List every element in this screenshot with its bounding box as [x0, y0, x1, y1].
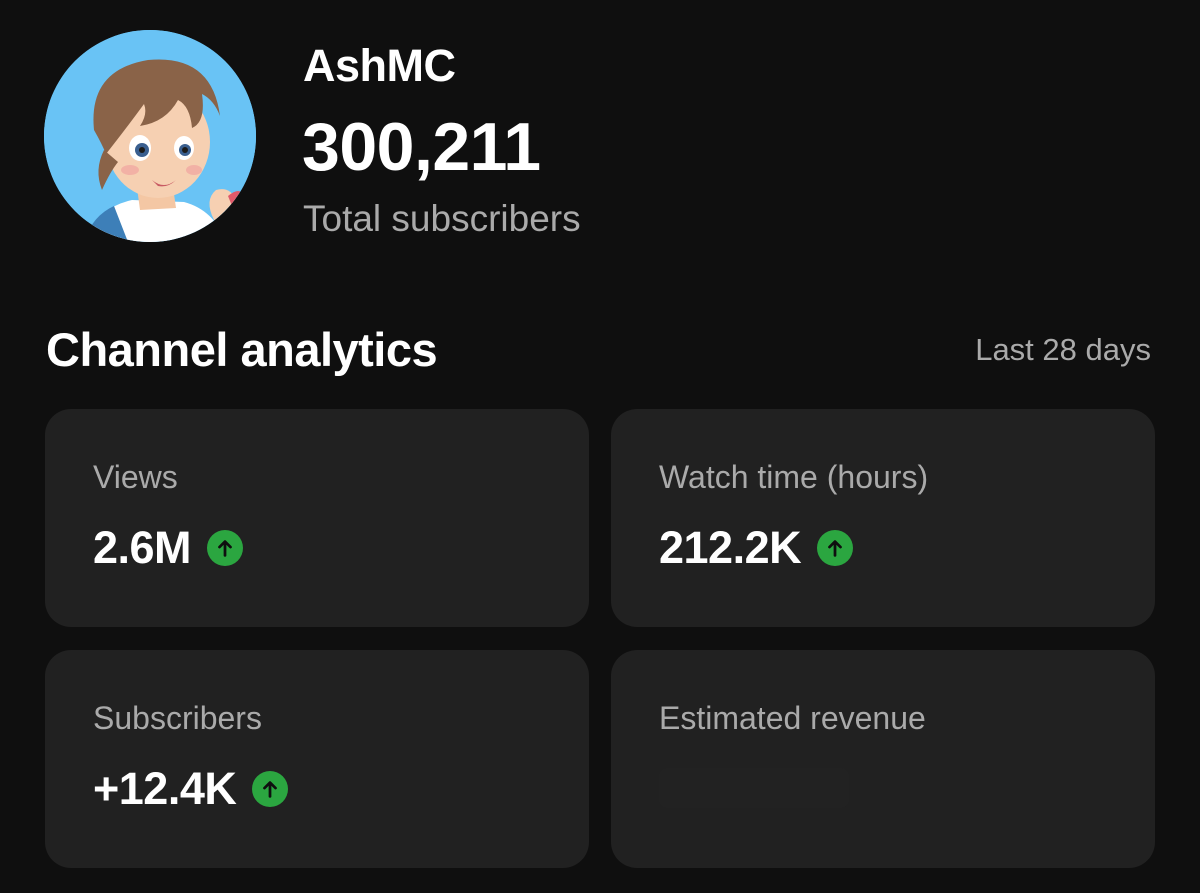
total-subscriber-count: 300,211	[302, 109, 541, 185]
total-subscriber-label: Total subscribers	[303, 198, 581, 239]
card-value: 2.6M	[93, 522, 192, 573]
card-value-row: 212.2K	[659, 522, 854, 574]
card-label: Views	[93, 459, 178, 495]
card-value: 212.2K	[659, 522, 802, 573]
subscribers-card[interactable]: Subscribers +12.4K	[45, 650, 589, 868]
channel-dashboard: AshMC 300,211 Total subscribers Channel …	[0, 0, 1200, 893]
card-label: Estimated revenue	[659, 700, 926, 736]
card-value: +12.4K	[93, 763, 237, 814]
avatar-illustration	[44, 30, 256, 242]
card-value-row: 2.6M	[93, 522, 244, 574]
watch-time-card[interactable]: Watch time (hours) 212.2K	[611, 409, 1155, 627]
channel-avatar[interactable]	[44, 30, 256, 242]
card-label: Watch time (hours)	[659, 459, 929, 495]
views-card[interactable]: Views 2.6M	[45, 409, 589, 627]
estimated-revenue-card[interactable]: Estimated revenue	[611, 650, 1155, 868]
arrow-up-circle-icon	[207, 530, 244, 566]
arrow-up-circle-icon	[252, 771, 289, 807]
card-label: Subscribers	[93, 700, 262, 736]
section-title: Channel analytics	[46, 323, 438, 376]
period-label[interactable]: Last 28 days	[975, 332, 1151, 368]
card-value-row: +12.4K	[93, 763, 289, 815]
channel-name: AshMC	[303, 40, 456, 91]
arrow-up-circle-icon	[817, 530, 854, 566]
redacted-value	[659, 768, 849, 808]
